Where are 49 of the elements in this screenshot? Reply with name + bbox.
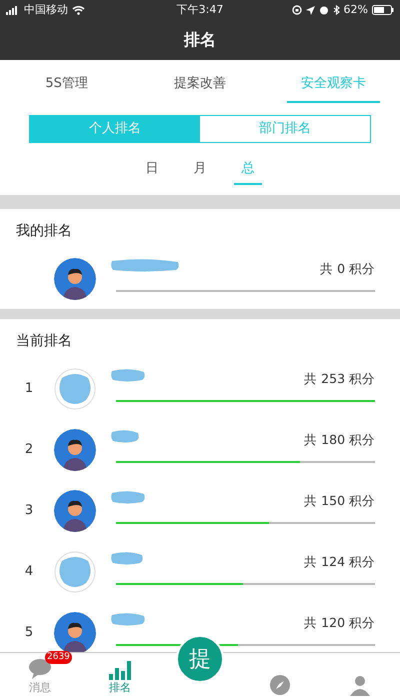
carrier-name: 中国移动 [24, 2, 68, 18]
period-tab[interactable]: 日 [138, 155, 166, 184]
avatar-icon [54, 612, 96, 654]
signal-icon [6, 6, 20, 14]
rank-number: 4 [24, 564, 34, 579]
center-action-button[interactable]: 提 [176, 635, 224, 683]
person-icon[interactable] [349, 674, 371, 696]
score-text: 共 0 积分 [320, 260, 375, 278]
redaction-mark [110, 550, 144, 564]
battery-percent: 62% [344, 2, 368, 18]
blurred-avatar-icon [54, 368, 96, 410]
redaction-mark [110, 258, 180, 272]
tab[interactable]: 安全观察卡 [286, 62, 380, 104]
redaction-mark [110, 428, 140, 442]
avatar-icon [54, 490, 96, 532]
location-icon [306, 6, 315, 14]
rotation-lock-icon [292, 5, 302, 15]
rank-number: 2 [24, 442, 34, 457]
blurred-avatar-icon [54, 550, 96, 592]
page-title: 排名 [184, 29, 216, 51]
rank-number: 3 [24, 502, 34, 518]
redaction-mark [110, 368, 146, 382]
compass-icon[interactable] [269, 674, 291, 696]
score-text: 共 180 积分 [304, 430, 375, 448]
score-text: 共 150 积分 [304, 492, 375, 510]
chat-icon[interactable] [28, 658, 52, 680]
section-title: 我的排名 [15, 222, 73, 241]
avatar-icon [54, 258, 96, 300]
redaction-mark [110, 612, 146, 626]
period-tab[interactable]: 总 [234, 155, 262, 184]
rank-number: 1 [24, 380, 34, 396]
score-text: 共 120 积分 [304, 614, 375, 632]
nav-label[interactable]: 消息 [29, 680, 51, 696]
avatar-icon [54, 428, 96, 470]
redaction-mark [110, 490, 146, 504]
tab[interactable]: 5S管理 [31, 62, 102, 104]
segment-button[interactable]: 个人排名 [30, 116, 200, 142]
score-text: 共 253 积分 [304, 370, 375, 388]
status-time: 下午3:47 [176, 2, 224, 18]
rank-number: 5 [24, 624, 34, 640]
section-title: 当前排名 [15, 332, 73, 351]
unread-count: 2639 [45, 651, 72, 664]
period-tab[interactable]: 月 [186, 155, 214, 184]
wifi-icon [72, 5, 85, 15]
battery-icon [372, 5, 394, 15]
nav-label[interactable]: 排名 [109, 680, 131, 696]
bluetooth-icon [332, 5, 340, 15]
tab[interactable]: 提案改善 [160, 62, 240, 104]
score-text: 共 124 积分 [304, 552, 375, 570]
